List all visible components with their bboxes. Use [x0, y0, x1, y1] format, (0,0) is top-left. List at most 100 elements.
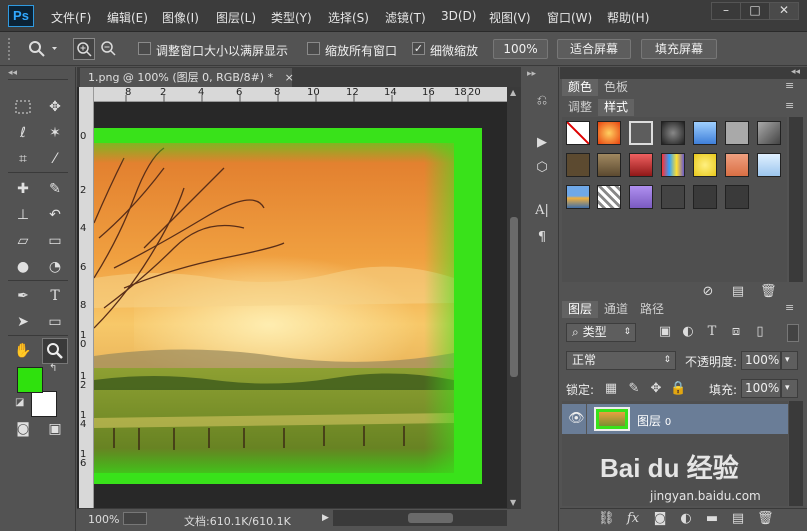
filter-toggle[interactable]	[787, 324, 799, 342]
pen-tool-icon[interactable]: ✒	[10, 283, 36, 309]
character-panel-icon[interactable]: A|	[530, 203, 554, 218]
zoom-100-button[interactable]: 100%	[493, 39, 548, 59]
paragraph-panel-icon[interactable]: ¶	[530, 230, 554, 245]
fill-input[interactable]: 100%	[741, 379, 781, 398]
layer-name[interactable]: 图层 0	[637, 412, 671, 429]
style-swatch[interactable]	[757, 153, 781, 177]
close-tab-icon[interactable]: ×	[285, 71, 294, 84]
dock-collapse-icon[interactable]: ▸▸	[527, 69, 536, 79]
type-tool-icon[interactable]: T	[42, 283, 68, 309]
filter-adjustment-icon[interactable]: ◐	[680, 324, 696, 339]
style-swatch[interactable]	[661, 121, 685, 145]
rectangle-tool-icon[interactable]: ▭	[42, 309, 68, 335]
style-swatch[interactable]	[725, 185, 749, 209]
resize-windows-checkbox[interactable]	[138, 42, 151, 55]
style-swatch[interactable]	[597, 153, 621, 177]
ruler-origin[interactable]	[79, 87, 94, 102]
3d-panel-icon[interactable]: ⬡	[530, 160, 554, 175]
tab-channels[interactable]: 通道	[598, 301, 634, 318]
tab-styles[interactable]: 样式	[598, 99, 635, 116]
new-layer-icon[interactable]: ▤	[730, 511, 746, 526]
layer-filter-dropdown[interactable]: ⌕ 类型 ⇕	[566, 323, 636, 342]
style-swatch-none[interactable]	[566, 121, 590, 145]
style-swatch[interactable]	[566, 185, 590, 209]
actions-panel-icon[interactable]: ▶	[530, 135, 554, 150]
horizontal-scrollbar[interactable]	[333, 510, 507, 526]
zoom-tool-active-icon[interactable]	[42, 338, 68, 364]
style-swatch[interactable]	[693, 185, 717, 209]
maximize-button[interactable]: □	[740, 2, 770, 20]
style-swatch[interactable]	[725, 121, 749, 145]
scroll-up-icon[interactable]: ▲	[510, 88, 516, 97]
vertical-scrollbar[interactable]	[507, 87, 521, 508]
fill-chevron-icon[interactable]: ▾	[781, 379, 798, 398]
visibility-eye-icon[interactable]: 👁	[568, 411, 585, 426]
style-swatch[interactable]	[661, 185, 685, 209]
dodge-tool-icon[interactable]: ◔	[42, 254, 68, 280]
tab-swatches[interactable]: 色板	[598, 79, 634, 96]
foreground-color-swatch[interactable]	[17, 367, 43, 393]
delete-style-icon[interactable]: 🗑	[760, 284, 777, 299]
zoom-out-button[interactable]	[98, 38, 120, 60]
zoom-all-windows-checkbox[interactable]	[307, 42, 320, 55]
menu-edit[interactable]: 编辑(E)	[107, 9, 148, 26]
lasso-tool-icon[interactable]: ℓ	[10, 120, 36, 146]
panel-menu-icon[interactable]: ≡	[785, 79, 794, 92]
lock-pixels-icon[interactable]: ✎	[626, 381, 642, 396]
panel-menu-icon[interactable]: ≡	[785, 301, 794, 314]
clear-style-icon[interactable]: ⊘	[700, 284, 716, 299]
swap-colors-icon[interactable]: ↰	[49, 363, 57, 374]
fit-screen-button[interactable]: 适合屏幕	[557, 39, 631, 59]
opacity-chevron-icon[interactable]: ▾	[781, 351, 798, 370]
panel-menu-icon[interactable]: ≡	[785, 99, 794, 112]
default-colors-icon[interactable]: ◪	[15, 397, 24, 408]
magic-wand-icon[interactable]: ✶	[42, 120, 68, 146]
style-swatch[interactable]	[566, 153, 590, 177]
brush-tool-icon[interactable]: ✎	[42, 176, 68, 202]
adjustment-layer-icon[interactable]: ◐	[678, 511, 694, 526]
new-style-icon[interactable]: ▤	[730, 284, 746, 299]
tool-preset-picker[interactable]	[26, 38, 60, 60]
style-swatch[interactable]	[757, 121, 781, 145]
layer-style-fx-icon[interactable]: fx	[624, 511, 642, 526]
layers-scrollbar[interactable]	[789, 401, 803, 506]
scroll-down-icon[interactable]: ▼	[510, 498, 516, 507]
toolbox-collapse-icon[interactable]: ◂◂	[8, 68, 17, 78]
history-panel-icon[interactable]: ⎌	[530, 93, 554, 108]
quick-mask-icon[interactable]: ◙	[10, 416, 36, 442]
status-menu-arrow-icon[interactable]: ▶	[322, 513, 329, 523]
style-swatch[interactable]	[693, 153, 717, 177]
menu-file[interactable]: 文件(F)	[51, 9, 91, 26]
zoom-in-button[interactable]	[73, 38, 95, 60]
style-swatch[interactable]	[629, 153, 653, 177]
opacity-input[interactable]: 100%	[741, 351, 781, 370]
menu-help[interactable]: 帮助(H)	[607, 9, 649, 26]
filter-smart-object-icon[interactable]: ▯	[752, 324, 768, 339]
filter-type-icon[interactable]: T	[704, 324, 720, 339]
menu-filter[interactable]: 滤镜(T)	[385, 9, 426, 26]
tab-color[interactable]: 颜色	[562, 79, 599, 96]
delete-layer-icon[interactable]: 🗑	[757, 511, 774, 526]
status-preview-icon[interactable]	[123, 512, 147, 525]
lock-transparent-icon[interactable]: ▦	[603, 381, 619, 396]
menu-type[interactable]: 类型(Y)	[271, 9, 312, 26]
filter-shape-icon[interactable]: ⧈	[728, 324, 744, 339]
blend-mode-dropdown[interactable]: 正常 ⇕	[566, 351, 676, 370]
canvas-image[interactable]	[94, 128, 482, 484]
new-group-icon[interactable]: ▬	[704, 511, 720, 526]
filter-pixel-icon[interactable]: ▣	[657, 324, 673, 339]
style-swatch[interactable]	[597, 185, 621, 209]
zoom-level[interactable]: 100%	[88, 513, 119, 526]
style-swatch-selected[interactable]	[629, 121, 653, 145]
blur-tool-icon[interactable]: ●	[10, 254, 36, 280]
tab-adjustments[interactable]: 调整	[562, 99, 598, 116]
style-swatch[interactable]	[693, 121, 717, 145]
scroll-thumb[interactable]	[510, 217, 518, 377]
background-color-swatch[interactable]	[31, 391, 57, 417]
history-brush-icon[interactable]: ↶	[42, 202, 68, 228]
add-mask-icon[interactable]: ◙	[652, 511, 668, 526]
style-swatch[interactable]	[661, 153, 685, 177]
tab-paths[interactable]: 路径	[634, 301, 670, 318]
fill-screen-button[interactable]: 填充屏幕	[641, 39, 717, 59]
styles-scrollbar[interactable]	[789, 117, 803, 282]
